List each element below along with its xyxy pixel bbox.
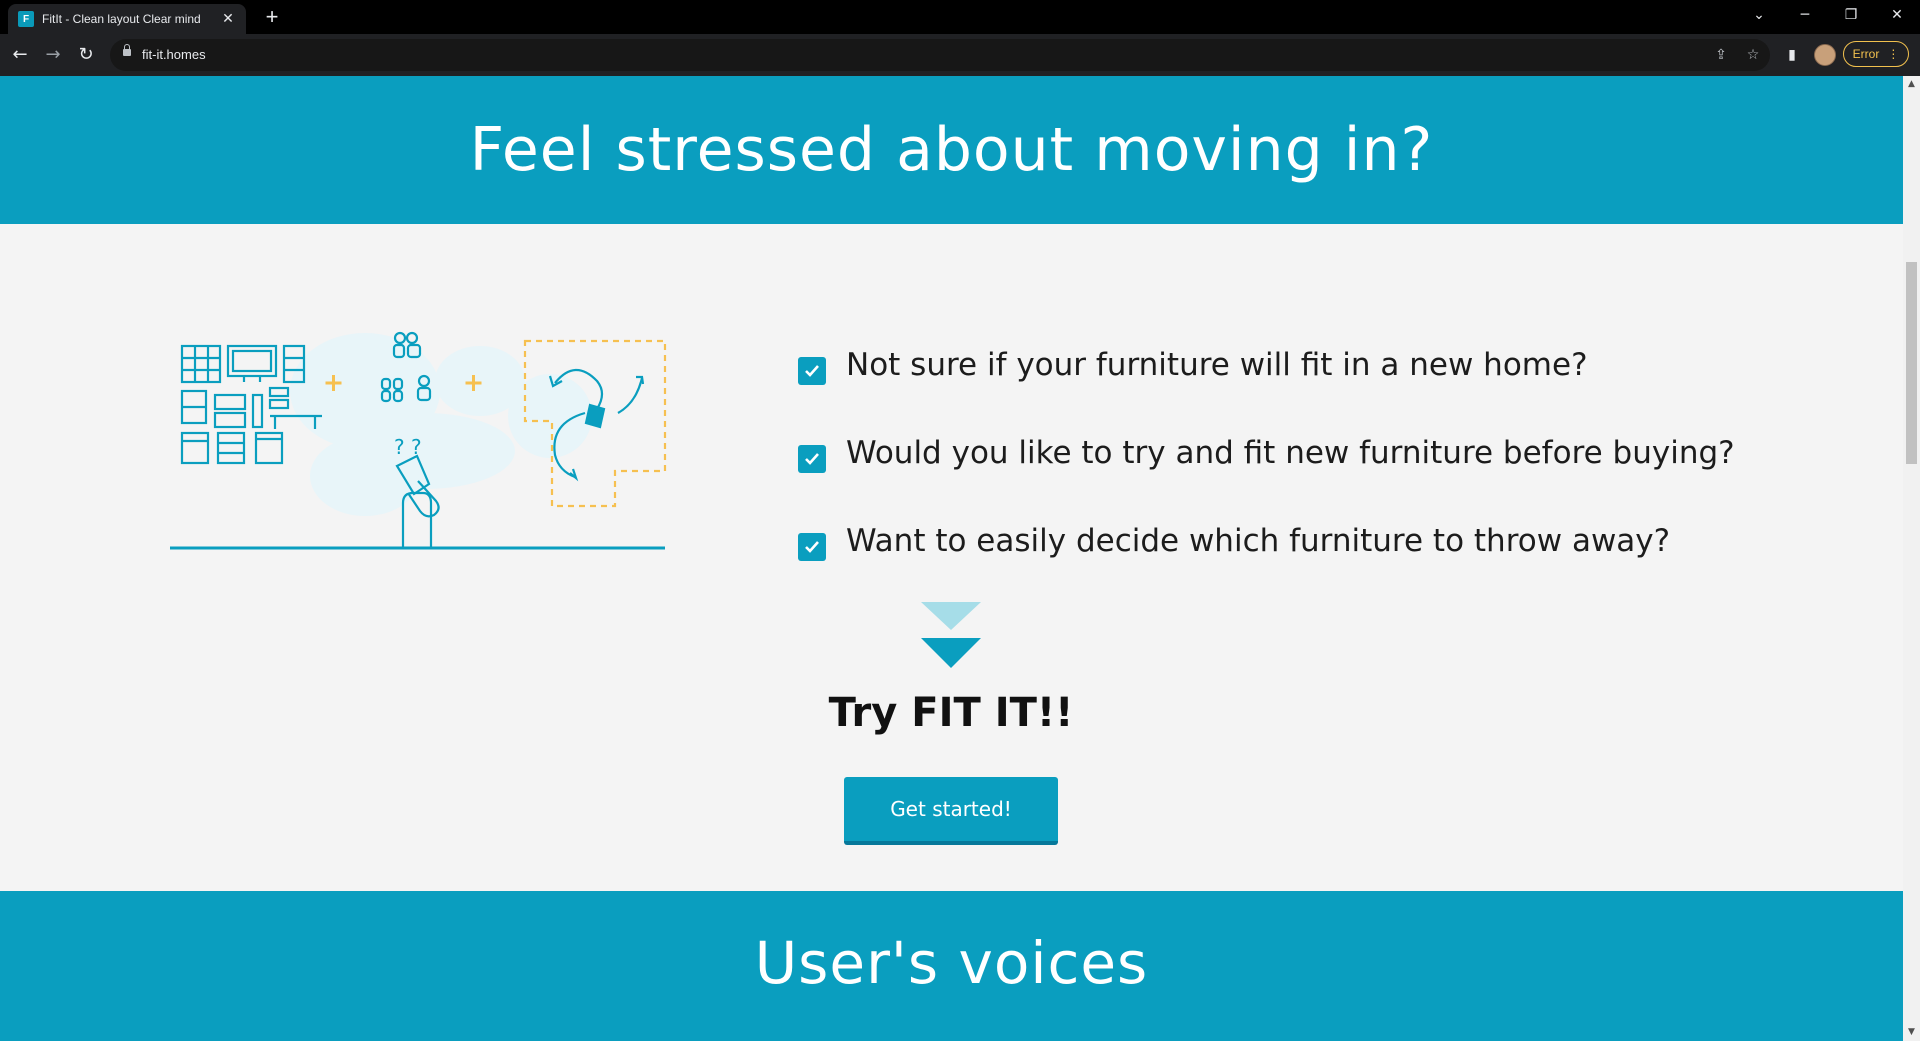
scroll-down-icon[interactable]: ▼ <box>1903 1024 1920 1041</box>
question-item: Would you like to try and fit new furnit… <box>798 409 1735 497</box>
close-tab-icon[interactable]: ✕ <box>220 11 236 27</box>
scrollbar-thumb[interactable] <box>1906 262 1917 464</box>
users-voices-banner: User's voices <box>0 891 1903 1041</box>
chevron-down-icon <box>921 602 981 668</box>
tab-search-icon[interactable]: ⌄ <box>1736 0 1782 30</box>
get-started-button[interactable]: Get started! <box>844 777 1058 845</box>
hero-title: Feel stressed about moving in? <box>469 115 1434 185</box>
favicon-icon: F <box>18 11 34 27</box>
share-icon[interactable]: ⇪ <box>1711 45 1731 65</box>
question-item: Want to easily decide which furniture to… <box>798 497 1735 585</box>
question-list: Not sure if your furniture will fit in a… <box>798 321 1735 585</box>
checkbox[interactable] <box>798 445 826 473</box>
moving-illustration-icon: ? ? <box>170 331 667 550</box>
checkmark-icon <box>805 541 819 553</box>
minimize-icon[interactable]: ─ <box>1782 0 1828 30</box>
question-text: Would you like to try and fit new furnit… <box>846 435 1735 471</box>
browser-toolbar: ← → ↻ fit-it.homes ⇪ ☆ ▮ Error ⋮ <box>0 34 1920 76</box>
profile-error-button[interactable]: Error ⋮ <box>1843 41 1909 67</box>
question-text: Not sure if your furniture will fit in a… <box>846 347 1588 383</box>
checkbox[interactable] <box>798 533 826 561</box>
checkbox[interactable] <box>798 357 826 385</box>
hero-banner: Feel stressed about moving in? <box>0 76 1903 224</box>
close-window-icon[interactable]: ✕ <box>1874 0 1920 30</box>
checkmark-icon <box>805 453 819 465</box>
tab-strip: F FitIt - Clean layout Clear mind ✕ + ⌄ … <box>0 0 1920 34</box>
forward-icon[interactable]: → <box>41 43 65 67</box>
new-tab-icon[interactable]: + <box>260 6 284 30</box>
cta-title: Try FIT IT!! <box>828 690 1074 736</box>
url-text[interactable]: fit-it.homes <box>142 47 206 62</box>
restore-icon[interactable]: ❐ <box>1828 0 1874 30</box>
back-icon[interactable]: ← <box>8 43 32 67</box>
profile-avatar[interactable] <box>1814 44 1836 66</box>
scroll-up-icon[interactable]: ▲ <box>1903 76 1920 93</box>
menu-dots-icon: ⋮ <box>1887 47 1900 61</box>
checkmark-icon <box>805 365 819 377</box>
section-title: User's voices <box>754 929 1149 997</box>
error-label: Error <box>1852 47 1880 61</box>
page-viewport: Feel stressed about moving in? ? ? Not s… <box>0 76 1903 1041</box>
question-text: Want to easily decide which furniture to… <box>846 523 1671 559</box>
svg-text:? ?: ? ? <box>394 435 422 459</box>
side-panel-icon[interactable]: ▮ <box>1781 44 1803 66</box>
reload-icon[interactable]: ↻ <box>74 43 98 67</box>
page-scrollbar[interactable]: ▲ ▼ <box>1903 76 1920 1041</box>
address-bar[interactable]: fit-it.homes ⇪ ☆ <box>110 39 1770 71</box>
browser-tab[interactable]: F FitIt - Clean layout Clear mind ✕ <box>8 4 246 34</box>
question-item: Not sure if your furniture will fit in a… <box>798 321 1735 409</box>
lock-icon[interactable] <box>123 44 131 56</box>
bookmark-star-icon[interactable]: ☆ <box>1743 45 1763 65</box>
tab-title: FitIt - Clean layout Clear mind <box>42 12 201 26</box>
